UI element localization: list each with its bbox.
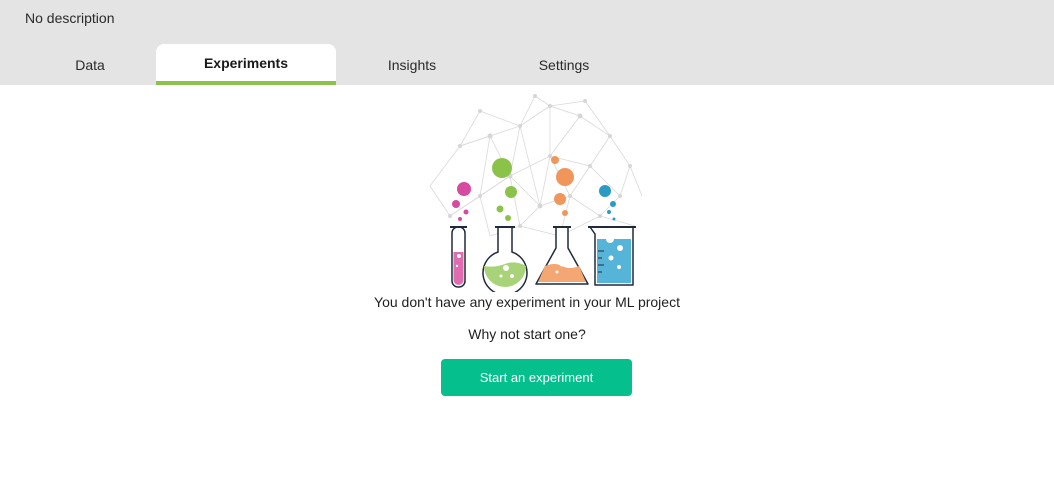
tab-data[interactable]: Data	[40, 44, 140, 85]
tab-settings[interactable]: Settings	[514, 44, 614, 85]
empty-state-message: You don't have any experiment in your ML…	[374, 294, 680, 310]
tab-experiments[interactable]: Experiments	[156, 44, 336, 85]
project-description: No description	[25, 10, 115, 26]
project-header: No description Data Experiments Insights…	[0, 0, 1054, 85]
tab-insights[interactable]: Insights	[362, 44, 462, 85]
lab-flasks-icon	[420, 86, 652, 296]
start-experiment-button[interactable]: Start an experiment	[441, 359, 632, 396]
empty-state-prompt: Why not start one?	[468, 326, 586, 342]
